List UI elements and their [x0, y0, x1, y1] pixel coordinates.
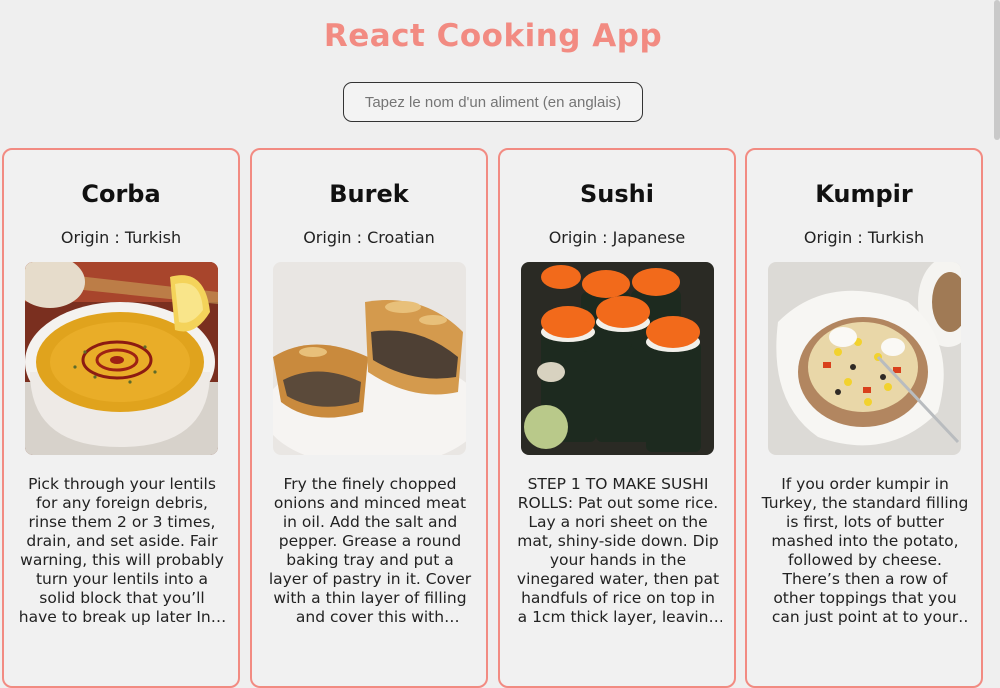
search-input[interactable]: [343, 82, 643, 122]
meal-image-corba: [25, 262, 218, 455]
meal-card: Corba Origin : Turkish Pick through your…: [2, 148, 240, 688]
meal-origin: Origin : Turkish: [803, 228, 925, 247]
meal-description: Pick through your lentils for any foreig…: [18, 475, 226, 626]
burek-pastry-photo: [273, 262, 466, 455]
meal-description: If you order kumpir in Turkey, the stand…: [761, 475, 969, 626]
meal-name: Burek: [329, 180, 409, 208]
meal-name: Corba: [81, 180, 161, 208]
meal-name: Kumpir: [815, 180, 913, 208]
meal-image-kumpir: [768, 262, 961, 455]
meal-description: Fry the finely chopped onions and minced…: [268, 475, 472, 626]
kumpir-potato-photo: [768, 262, 961, 455]
meal-card: Kumpir Origin : Turkish If you order kum…: [745, 148, 983, 688]
meal-name: Sushi: [580, 180, 654, 208]
sushi-rolls-photo: [521, 262, 714, 455]
meal-origin: Origin : Turkish: [60, 228, 182, 247]
meal-card: Sushi Origin : Japanese STEP 1 TO MAKE S…: [498, 148, 736, 688]
meal-origin: Origin : Croatian: [303, 228, 435, 247]
meal-card: Burek Origin : Croatian Fry the finely c…: [250, 148, 488, 688]
page-scrollbar[interactable]: [994, 0, 1000, 140]
app-title: React Cooking App: [323, 18, 663, 54]
meal-image-sushi: [521, 262, 714, 455]
meal-image-burek: [273, 262, 466, 455]
lentil-soup-photo: [25, 262, 218, 455]
meal-origin: Origin : Japanese: [548, 228, 686, 247]
meal-description: STEP 1 TO MAKE SUSHI ROLLS: Pat out some…: [516, 475, 720, 626]
